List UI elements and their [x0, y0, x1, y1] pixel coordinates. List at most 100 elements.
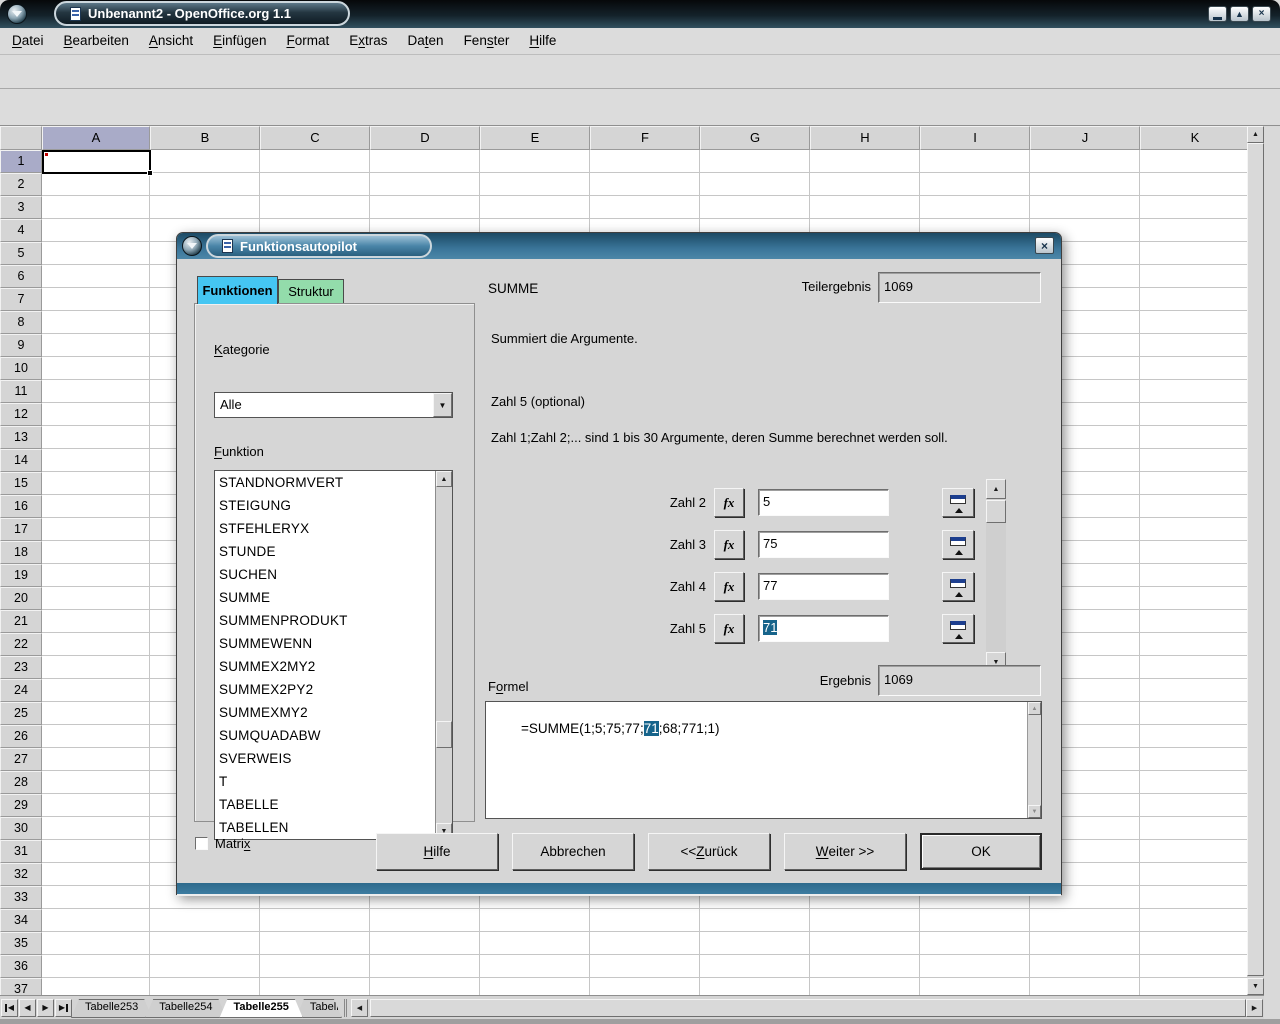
column-header[interactable]: G — [700, 126, 810, 150]
row-header[interactable]: 33 — [0, 886, 42, 909]
sheet-tab[interactable]: Tabelle — [296, 999, 342, 1018]
row-header[interactable]: 26 — [0, 725, 42, 748]
sheet-tab[interactable]: Tabelle253 — [71, 999, 152, 1018]
menu-item[interactable]: Fenster — [454, 28, 520, 54]
kategorie-dropdown-icon[interactable]: ▼ — [433, 393, 452, 417]
list-scroll-up-button[interactable]: ▲ — [436, 471, 452, 487]
row-header[interactable]: 34 — [0, 909, 42, 932]
hscroll-right-button[interactable]: ▶ — [1246, 999, 1263, 1017]
list-scroll-thumb[interactable] — [436, 721, 452, 748]
window-title-capsule[interactable]: Unbenannt2 - OpenOffice.org 1.1 — [54, 1, 350, 26]
formula-scroll-down-button[interactable]: ▼ — [1028, 805, 1041, 818]
sheet-tab[interactable]: Tabelle254 — [145, 999, 226, 1018]
horizontal-scroll-thumb[interactable] — [370, 999, 1246, 1017]
row-header[interactable]: 36 — [0, 955, 42, 978]
arg-scroll-up-button[interactable]: ▲ — [986, 479, 1006, 499]
row-header[interactable]: 3 — [0, 196, 42, 219]
row-header[interactable]: 27 — [0, 748, 42, 771]
column-header[interactable]: H — [810, 126, 920, 150]
argument-scrollbar[interactable]: ▲ ▼ — [986, 479, 1006, 672]
row-header[interactable]: 16 — [0, 495, 42, 518]
column-header[interactable]: A — [42, 126, 150, 150]
menu-item[interactable]: Ansicht — [139, 28, 203, 54]
menu-item[interactable]: Daten — [398, 28, 454, 54]
menu-item[interactable]: Datei — [2, 28, 54, 54]
row-header[interactable]: 15 — [0, 472, 42, 495]
column-header[interactable]: F — [590, 126, 700, 150]
row-header[interactable]: 7 — [0, 288, 42, 311]
maximize-button[interactable]: ▲ — [1230, 6, 1249, 22]
function-list-item[interactable]: SUMMEWENN — [215, 632, 452, 655]
function-list-item[interactable]: T — [215, 770, 452, 793]
fx-button[interactable]: fx — [714, 614, 744, 643]
row-header[interactable]: 28 — [0, 771, 42, 794]
scroll-down-button[interactable]: ▼ — [1247, 978, 1264, 995]
row-header[interactable]: 1 — [0, 150, 42, 173]
tab-scroll-divider[interactable] — [344, 999, 347, 1017]
row-header[interactable]: 22 — [0, 633, 42, 656]
shrink-button[interactable] — [942, 530, 974, 559]
row-header[interactable]: 6 — [0, 265, 42, 288]
function-list-scrollbar[interactable]: ▲ ▼ — [435, 471, 452, 839]
function-list-item[interactable]: SUMMEX2PY2 — [215, 678, 452, 701]
menu-item[interactable]: Einfügen — [203, 28, 276, 54]
fx-button[interactable]: fx — [714, 530, 744, 559]
row-header[interactable]: 2 — [0, 173, 42, 196]
row-header[interactable]: 24 — [0, 679, 42, 702]
dialog-button[interactable]: Weiter >> — [784, 833, 906, 870]
function-list-item[interactable]: SUCHEN — [215, 563, 452, 586]
function-listbox[interactable]: STANDNORMVERT STEIGUNG STFEHLERYX STUNDE… — [214, 470, 453, 840]
column-header[interactable]: E — [480, 126, 590, 150]
row-header[interactable]: 11 — [0, 380, 42, 403]
row-header[interactable]: 9 — [0, 334, 42, 357]
tab-funktionen[interactable]: Funktionen — [197, 276, 278, 304]
matrix-checkbox[interactable] — [195, 837, 208, 850]
row-header[interactable]: 30 — [0, 817, 42, 840]
vertical-scroll-thumb[interactable] — [1247, 143, 1264, 976]
row-header[interactable]: 23 — [0, 656, 42, 679]
row-header[interactable]: 8 — [0, 311, 42, 334]
row-header[interactable]: 20 — [0, 587, 42, 610]
column-header[interactable]: B — [150, 126, 260, 150]
shrink-button[interactable] — [942, 488, 974, 517]
function-list-item[interactable]: TABELLE — [215, 793, 452, 816]
row-header[interactable]: 18 — [0, 541, 42, 564]
selected-cell[interactable] — [42, 150, 151, 174]
dialog-titlebar[interactable]: Funktionsautopilot × — [177, 233, 1061, 259]
formula-textarea[interactable]: =SUMME(1;5;75;77;71;68;771;1) ▲ ▼ — [485, 701, 1042, 819]
formula-scroll-up-button[interactable]: ▲ — [1028, 702, 1041, 715]
formula-scrollbar[interactable]: ▲ ▼ — [1027, 702, 1041, 818]
menu-item[interactable]: Bearbeiten — [54, 28, 139, 54]
dialog-button[interactable]: OK — [920, 833, 1042, 870]
row-header[interactable]: 29 — [0, 794, 42, 817]
row-header[interactable]: 21 — [0, 610, 42, 633]
row-header[interactable]: 37 — [0, 978, 42, 995]
function-list-item[interactable]: SUMMEXMY2 — [215, 701, 452, 724]
column-header[interactable]: I — [920, 126, 1030, 150]
function-list-item[interactable]: SUMME — [215, 586, 452, 609]
menu-item[interactable]: Extras — [339, 28, 397, 54]
function-list-item[interactable]: STEIGUNG — [215, 494, 452, 517]
dialog-title-capsule[interactable]: Funktionsautopilot — [206, 234, 432, 258]
menu-item[interactable]: Format — [276, 28, 339, 54]
shrink-button[interactable] — [942, 614, 974, 643]
scroll-up-button[interactable]: ▲ — [1247, 126, 1264, 143]
row-header[interactable]: 25 — [0, 702, 42, 725]
function-list-item[interactable]: SUMMENPRODUKT — [215, 609, 452, 632]
column-header[interactable]: J — [1030, 126, 1140, 150]
tab-struktur[interactable]: Struktur — [278, 279, 344, 304]
column-header[interactable]: K — [1140, 126, 1247, 150]
dialog-menu-button[interactable] — [182, 236, 202, 256]
dialog-button[interactable]: Abbrechen — [512, 833, 634, 870]
function-list-item[interactable]: STUNDE — [215, 540, 452, 563]
kategorie-combo[interactable]: Alle ▼ — [214, 392, 453, 418]
next-sheet-button[interactable]: ▶ — [37, 999, 54, 1017]
row-header[interactable]: 32 — [0, 863, 42, 886]
close-button[interactable]: × — [1252, 6, 1271, 22]
row-header[interactable]: 17 — [0, 518, 42, 541]
fx-button[interactable]: fx — [714, 572, 744, 601]
vertical-scrollbar[interactable]: ▲ ▼ — [1247, 126, 1264, 995]
row-header[interactable]: 4 — [0, 219, 42, 242]
row-header[interactable]: 12 — [0, 403, 42, 426]
last-sheet-button[interactable]: ▶ — [55, 999, 72, 1017]
